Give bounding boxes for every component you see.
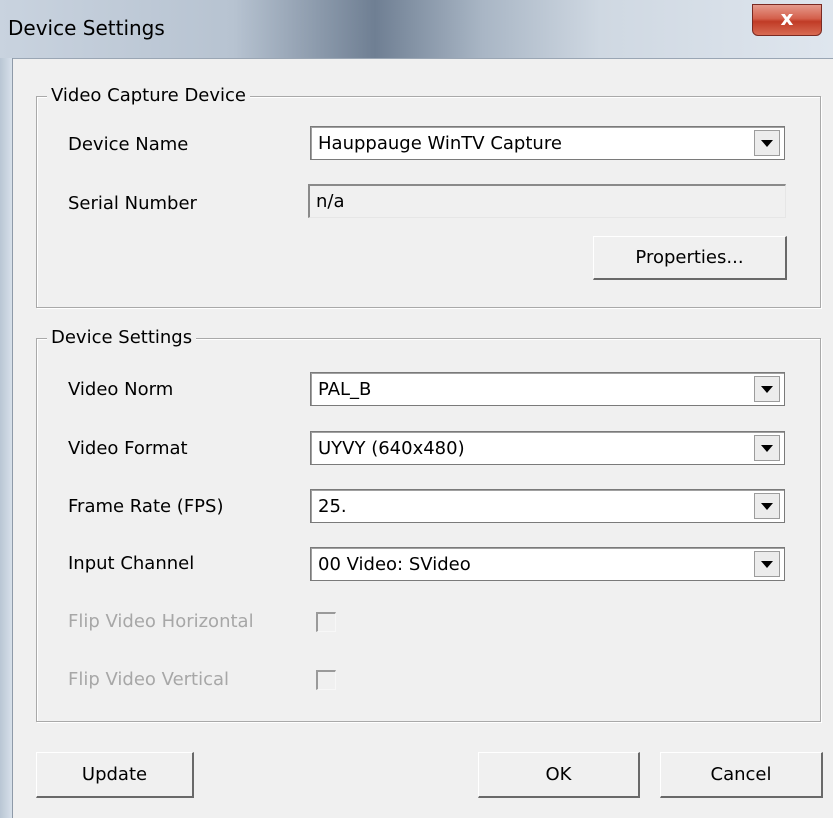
group-legend: Video Capture Device [47,84,251,108]
video-norm-select[interactable]: PAL_B [310,372,785,406]
title-bar: Device Settings x [0,0,833,59]
frame-rate-label: Frame Rate (FPS) [68,496,224,517]
device-name-value: Hauppauge WinTV Capture [318,133,562,154]
serial-number-label: Serial Number [68,193,197,214]
properties-button[interactable]: Properties... [593,236,787,280]
video-format-label: Video Format [68,438,188,459]
flip-vertical-label: Flip Video Vertical [68,669,230,690]
flip-vertical-checkbox[interactable] [316,670,336,690]
serial-number-value: n/a [316,191,345,212]
chevron-down-icon[interactable] [754,130,780,156]
video-format-select[interactable]: UYVY (640x480) [310,431,785,465]
window-title: Device Settings [8,16,165,40]
video-norm-label: Video Norm [68,379,174,400]
chevron-down-icon[interactable] [754,551,780,577]
input-channel-value: 00 Video: SVideo [318,554,471,575]
video-format-value: UYVY (640x480) [318,438,465,459]
ok-button[interactable]: OK [478,752,640,798]
close-icon: x [780,6,794,30]
chevron-down-icon[interactable] [754,376,780,402]
serial-number-field: n/a [308,184,786,218]
device-name-select[interactable]: Hauppauge WinTV Capture [310,126,785,160]
update-button[interactable]: Update [36,752,194,798]
flip-horizontal-checkbox[interactable] [316,612,336,632]
video-norm-value: PAL_B [318,379,372,400]
chevron-down-icon[interactable] [754,493,780,519]
cancel-button[interactable]: Cancel [660,752,823,798]
close-button[interactable]: x [752,4,822,36]
frame-rate-select[interactable]: 25. [310,489,785,523]
input-channel-select[interactable]: 00 Video: SVideo [310,547,785,581]
device-name-label: Device Name [68,134,189,155]
chevron-down-icon[interactable] [754,435,780,461]
input-channel-label: Input Channel [68,553,195,574]
group-legend: Device Settings [47,326,197,350]
window-frame [0,58,13,818]
frame-rate-value: 25. [318,496,347,517]
flip-horizontal-label: Flip Video Horizontal [68,611,254,632]
